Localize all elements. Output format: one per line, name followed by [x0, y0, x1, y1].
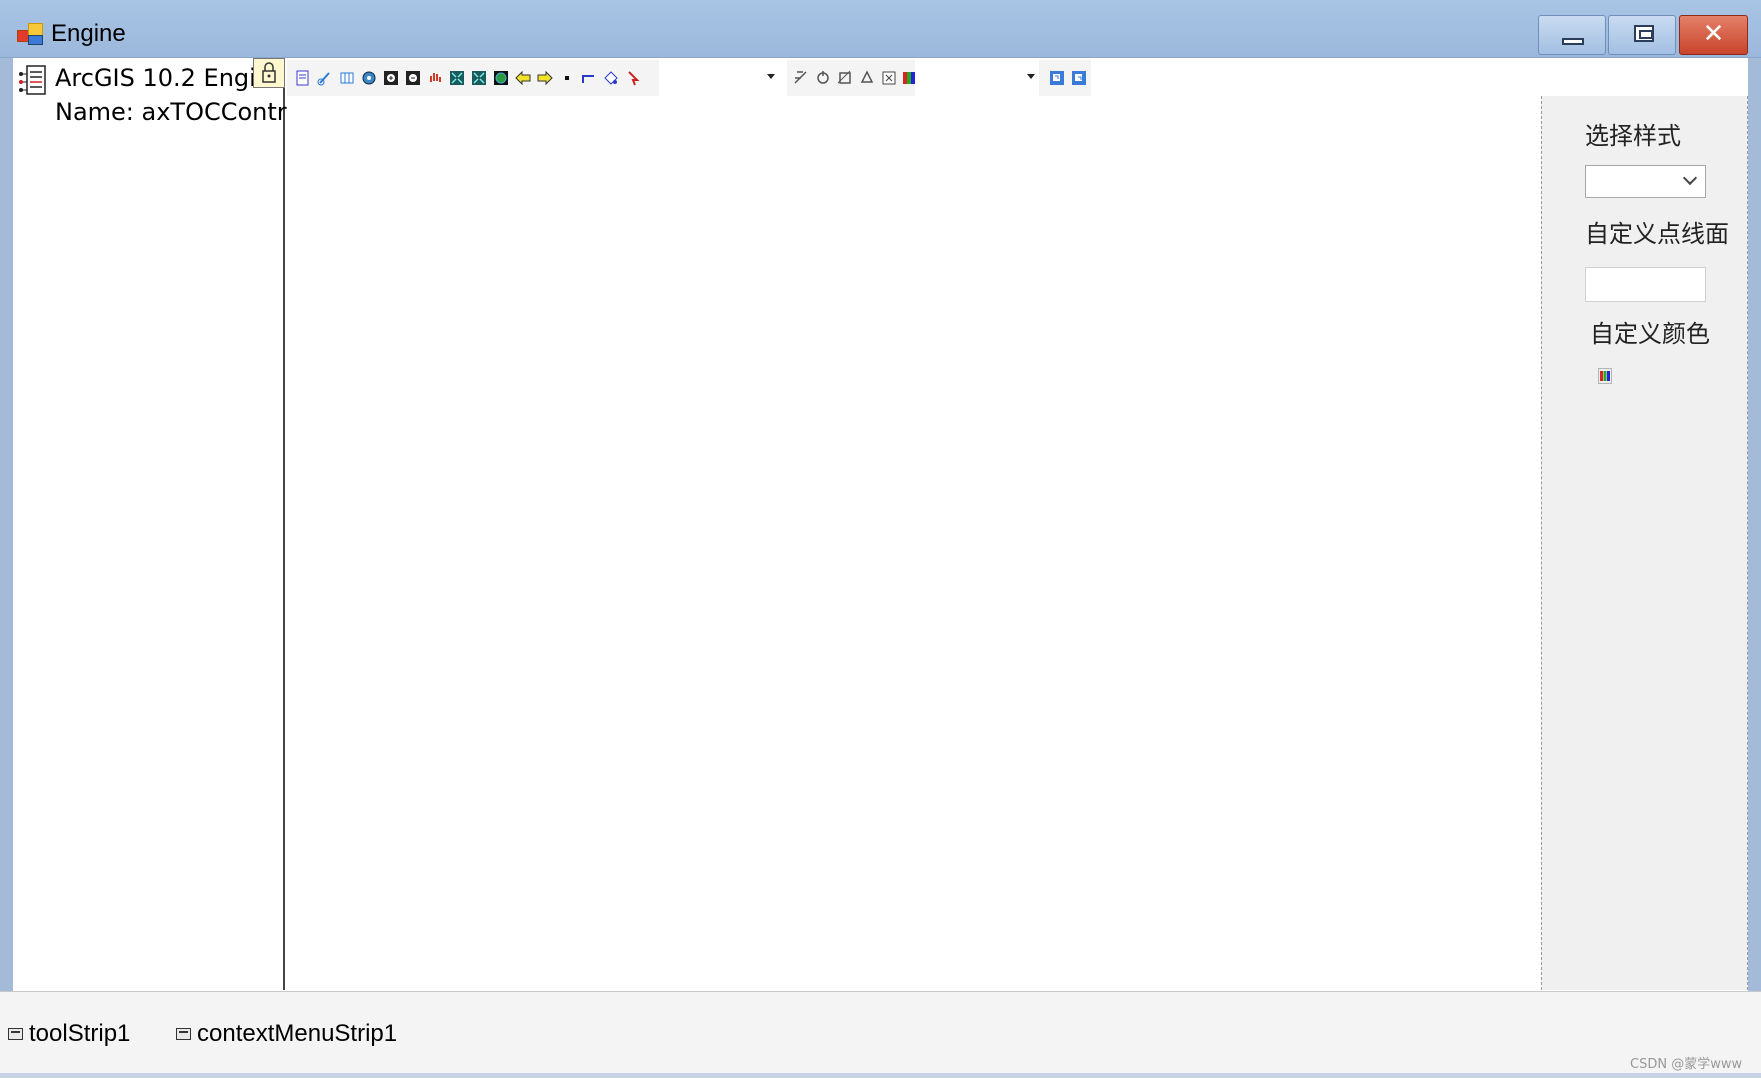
toolbar-group-extra: [1039, 60, 1091, 96]
close-button[interactable]: ✕: [1679, 15, 1748, 55]
custom-color-label: 自定义颜色: [1590, 320, 1710, 348]
form-designer-window: { "window": { "title": "Engine", "contro…: [0, 0, 1761, 1078]
style-panel: 选择样式 自定义点线面 自定义颜色: [1541, 96, 1748, 990]
identify-icon[interactable]: [601, 68, 621, 88]
toolbar-group-editing: [787, 60, 915, 96]
map-toolbar: [287, 60, 1748, 96]
color-swatch-icon[interactable]: [1598, 368, 1612, 384]
back-arrow-icon[interactable]: [513, 68, 533, 88]
watermark: CSDN @蒙学www: [1630, 1057, 1743, 1072]
edit-tool-1-icon[interactable]: [791, 68, 811, 88]
fixed-zoom-out-icon[interactable]: [469, 68, 489, 88]
toolstrip-icon: [8, 1028, 23, 1040]
component-tray: toolStrip1 contextMenuStrip1: [0, 991, 1761, 1073]
pan-hand-icon[interactable]: [425, 68, 445, 88]
minimize-icon: [1562, 38, 1584, 45]
extra-tool-2-icon[interactable]: [1069, 68, 1089, 88]
zoom-in-icon[interactable]: [381, 68, 401, 88]
zoom-out-icon[interactable]: [403, 68, 423, 88]
point-icon[interactable]: [557, 68, 577, 88]
edit-tool-4-icon[interactable]: [857, 68, 877, 88]
window-title: Engine: [51, 20, 126, 47]
select-style-label: 选择样式: [1585, 122, 1681, 150]
edit-tool-3-icon[interactable]: [835, 68, 855, 88]
clear-icon[interactable]: [879, 68, 899, 88]
fixed-zoom-in-icon[interactable]: [447, 68, 467, 88]
app-icon: [17, 22, 44, 46]
edit-tool-2-icon[interactable]: [813, 68, 833, 88]
table-icon[interactable]: [337, 68, 357, 88]
bottom-border: [0, 1073, 1761, 1078]
select-icon[interactable]: [623, 68, 643, 88]
forward-arrow-icon[interactable]: [535, 68, 555, 88]
tray-item-toolstrip[interactable]: toolStrip1: [8, 1017, 130, 1051]
globe-icon[interactable]: [491, 68, 511, 88]
license-lock-icon[interactable]: [253, 58, 285, 88]
tray-item-label: toolStrip1: [29, 1020, 131, 1047]
toolbar-dropdown-1-icon[interactable]: [767, 74, 775, 79]
full-extent-icon[interactable]: [359, 68, 379, 88]
title-bar[interactable]: Engine ✕: [0, 0, 1761, 58]
tray-item-label: contextMenuStrip1: [197, 1020, 398, 1047]
context-menu-icon: [176, 1028, 191, 1040]
custom-symbol-label: 自定义点线面: [1585, 220, 1729, 248]
custom-symbol-input[interactable]: [1585, 267, 1706, 302]
maximize-button[interactable]: [1608, 15, 1676, 55]
minimize-button[interactable]: [1538, 15, 1606, 55]
extra-tool-1-icon[interactable]: [1047, 68, 1067, 88]
style-combobox[interactable]: [1585, 165, 1706, 198]
toc-control[interactable]: ArcGIS 10.2 Engine Name: axTOCControl1: [13, 58, 323, 990]
toc-title: ArcGIS 10.2 Engine: [55, 64, 260, 92]
add-data-icon[interactable]: [315, 68, 335, 88]
open-document-icon[interactable]: [293, 68, 313, 88]
chevron-down-icon: [1682, 170, 1698, 186]
color-bars-icon[interactable]: [899, 68, 919, 88]
toolbar-group-navigation: [287, 60, 659, 96]
map-control[interactable]: [287, 96, 1541, 990]
line-icon[interactable]: [579, 68, 599, 88]
toolbar-dropdown-2-icon[interactable]: [1027, 74, 1035, 79]
restore-icon: [1634, 25, 1654, 42]
toc-tree-icon: [19, 65, 46, 95]
tray-item-contextmenustrip[interactable]: contextMenuStrip1: [176, 1017, 397, 1051]
toc-name-line: Name: axTOCControl1: [55, 98, 323, 126]
close-icon: ✕: [1702, 19, 1725, 49]
